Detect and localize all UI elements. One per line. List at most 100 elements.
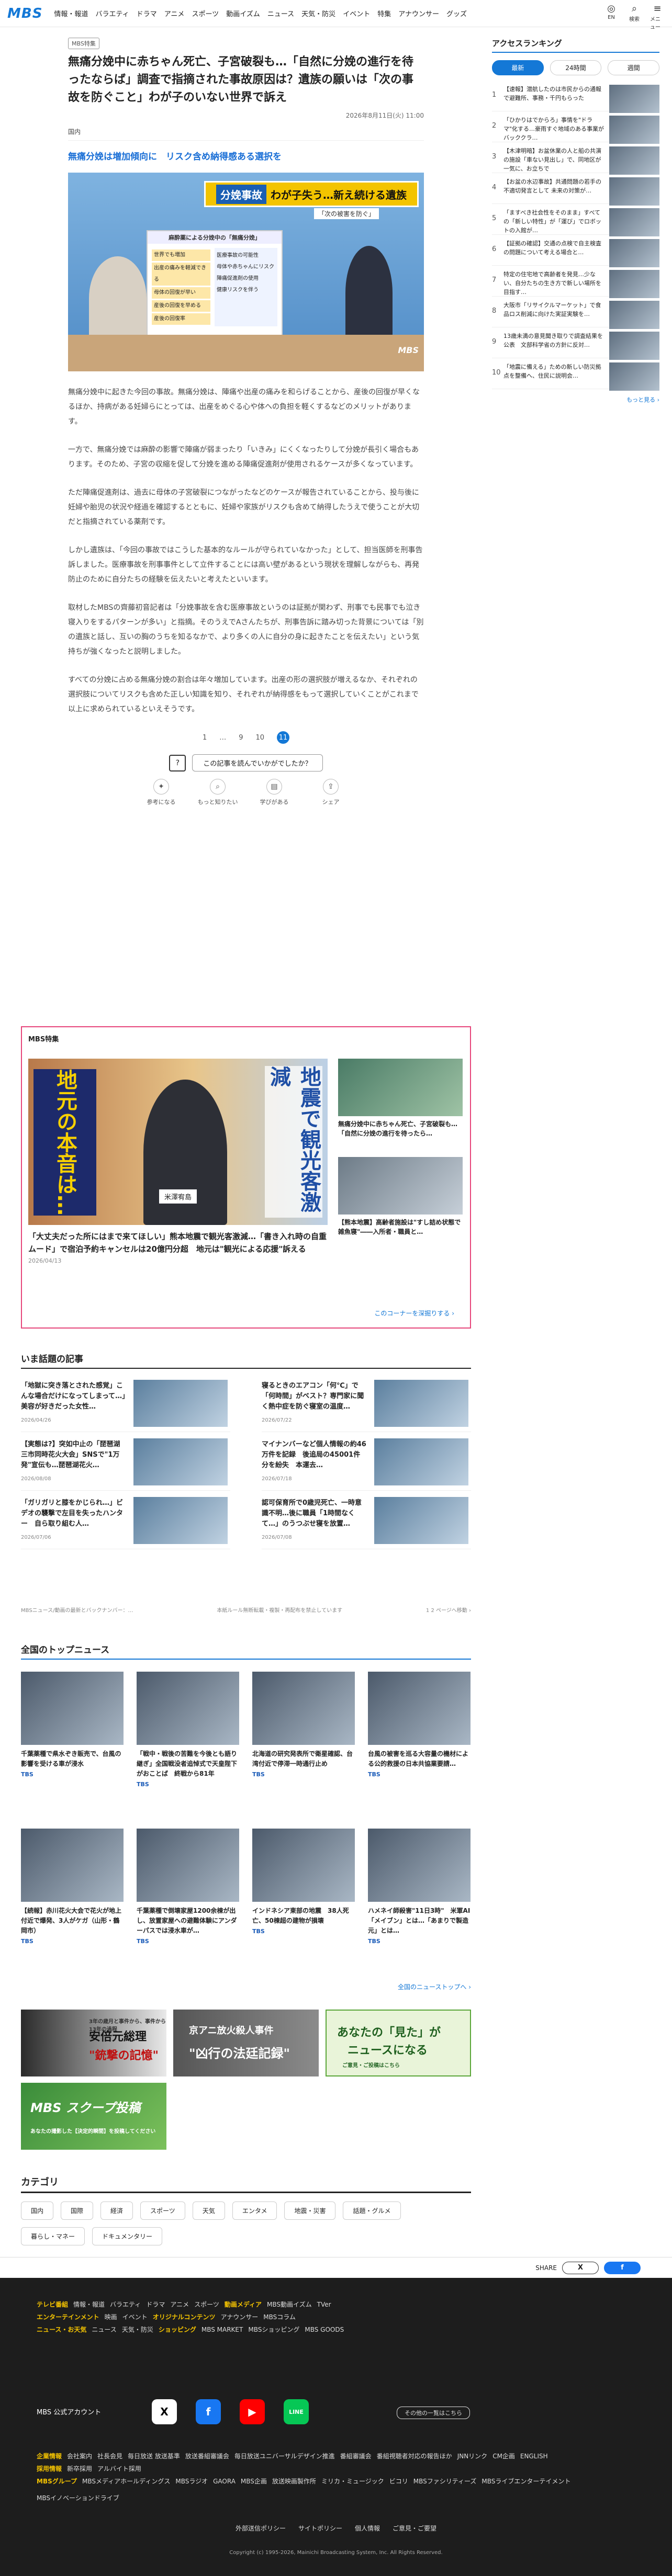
nav-item[interactable]: グッズ	[446, 8, 467, 18]
nav-item[interactable]: バラエティ	[95, 8, 129, 18]
ranking-item[interactable]: 3 【木津明暗】お盆休業の人と船の共演の施設「車ない見出し」で、同地区が一気に、お…	[492, 142, 659, 175]
footer-link[interactable]: バラエティ	[110, 2299, 141, 2310]
footer-link[interactable]: アニメ	[170, 2299, 189, 2310]
ranking-item[interactable]: 7 特定の住宅地で高齢者を発見…少ない、自分たちの生き方で新しい場所を目指す…	[492, 266, 659, 298]
footer-corporate-link[interactable]: JNNリンク	[457, 2450, 488, 2462]
nav-item[interactable]: 特集	[377, 8, 391, 18]
special-more-link[interactable]: このコーナーを深掘りする ›	[374, 1309, 454, 1318]
footer-corporate-link[interactable]: 会社案内	[67, 2450, 92, 2462]
nav-item[interactable]: 動画イズム	[226, 8, 260, 18]
footer-corporate-link[interactable]: MBSイノベーションドライブ	[37, 2492, 119, 2504]
category-chip[interactable]: エンタメ	[232, 2201, 277, 2220]
footer-link[interactable]: MBSコラム	[263, 2311, 296, 2323]
ranking-item[interactable]: 9 13歳未満の意見聞き取りで調査結果を公表 文部科学省の方針に反対…	[492, 327, 659, 360]
banner-mita[interactable]: あなたの「見た」が ニュースになる ご意見・ご投稿はこちら	[326, 2010, 471, 2076]
footer-corporate-link[interactable]: MBSメディアホールディングス	[82, 2476, 170, 2487]
ranking-item[interactable]: 1 【速報】潜航したのは市民からの通報で避難所、事務・千円もらった	[492, 81, 659, 113]
nav-item[interactable]: ドラマ	[137, 8, 157, 18]
page-link[interactable]: 9	[239, 734, 243, 742]
ranking-item[interactable]: 10 「地震に備える」ための新しい防災拠点を整備へ、住民に説明会…	[492, 358, 659, 391]
youtube-icon[interactable]: ▶	[240, 2399, 265, 2424]
category-chip[interactable]: 経済	[100, 2201, 133, 2220]
page-link[interactable]: 11	[277, 731, 290, 744]
footer-link[interactable]: 情報・報道	[73, 2299, 105, 2310]
footer-corporate-link[interactable]: アルバイト採用	[97, 2463, 141, 2475]
footer-link[interactable]: イベント	[122, 2311, 148, 2323]
special-side-title-2[interactable]: 【熊本地震】高齢者施設は"すし詰め状態で雑魚寝"――入所者・職員と…	[338, 1218, 464, 1236]
reaction-button[interactable]: ✦ 参考になる	[140, 779, 182, 806]
note-right[interactable]: 1 2 ページへ移動 ›	[426, 1606, 471, 1614]
ranking-item[interactable]: 6 【証拠の確認】交通の点検で自主検査の問題について考える場合と…	[492, 235, 659, 267]
footer-link[interactable]: MBS MARKET	[201, 2324, 243, 2335]
x-icon[interactable]: X	[152, 2399, 177, 2424]
banner-kyoani[interactable]: 京アニ放火殺人事件 "凶行の法廷記録"	[173, 2010, 319, 2076]
footer-corporate-link[interactable]: 毎日放送ユニバーサルデザイン推進	[234, 2450, 335, 2462]
article-tag[interactable]: MBS特集	[68, 38, 99, 49]
nav-item[interactable]: 情報・報道	[54, 8, 88, 18]
page-link[interactable]: 1	[203, 734, 207, 742]
footer-corporate-link[interactable]: CM企画	[492, 2450, 515, 2462]
ranking-tab[interactable]: 24時間	[550, 60, 602, 75]
ranking-more-link[interactable]: もっと見る ›	[492, 395, 659, 404]
banner-abe[interactable]: 3年の歳月と事件から、事件から13年の過程 安倍元総理 "銃撃の記憶"	[21, 2010, 166, 2076]
footer-link[interactable]: TVer	[317, 2299, 331, 2310]
special-main-caption[interactable]: 「大丈夫だった所にはまで来てほしい」熊本地震で観光客激減…「書き入れ時の自重ムー…	[28, 1230, 332, 1255]
page-link[interactable]: 10	[256, 734, 265, 742]
footer-corporate-link[interactable]: ENGLISH	[520, 2450, 548, 2462]
top-news-item[interactable]: 千葉薬種で倒壊家屋1200余棟が出し、放置家屋への避難体験にアンダーパスでは浸水…	[137, 1829, 239, 1945]
footer-link[interactable]: ドラマ	[146, 2299, 165, 2310]
footer-corporate-link[interactable]: MBS企画	[241, 2476, 267, 2487]
footer-link[interactable]: アナウンサー	[220, 2311, 258, 2323]
footer-corporate-link[interactable]: ビコリ	[389, 2476, 408, 2487]
trending-item[interactable]: 【実態は?】突如中止の「琵琶湖三市同時花火大会」SNSで"1万発"宣伝も…琵琶湖…	[21, 1434, 230, 1491]
nav-item[interactable]: アニメ	[164, 8, 185, 18]
reaction-button[interactable]: ⌕ もっと知りたい	[197, 779, 239, 806]
banner-scoop[interactable]: MBS スクープ投稿 あなたの撮影した【決定的瞬間】を投稿してください	[21, 2083, 166, 2150]
social-more-link[interactable]: その他の一覧はこちら	[397, 2407, 470, 2419]
menu-button[interactable]: ≡ メニュー	[650, 3, 665, 30]
reaction-button[interactable]: ▤ 学びがある	[253, 779, 295, 806]
trending-item[interactable]: 「ガリガリと膝をかじられ…」ビデオの襲撃で左目を失ったハンター 自ら取り組む人……	[21, 1493, 230, 1549]
footer-corporate-link[interactable]: 新卒採用	[67, 2463, 92, 2475]
trending-item[interactable]: 寝るときのエアコン「何℃」で「何時間」がベスト？専門家に聞く熱中症を防ぐ寝室の温…	[262, 1376, 471, 1432]
footer-corporate-link[interactable]: GAORA	[213, 2476, 236, 2487]
language-button[interactable]: ◎ EN	[604, 3, 619, 30]
footer-link[interactable]: ニュース	[92, 2324, 116, 2335]
footer-corporate-link[interactable]: 放送映画製作所	[272, 2476, 316, 2487]
footer-corporate-link[interactable]: 放送番組審議会	[185, 2450, 229, 2462]
footer-corporate-link[interactable]: MBSラジオ	[175, 2476, 208, 2487]
trending-item[interactable]: 認可保育所で0歳児死亡、一時意識不明…後に職員「1時間なくて…」のうつぶせ寝を放…	[262, 1493, 471, 1549]
top-news-more-link[interactable]: 全国のニューストップへ ›	[21, 1982, 471, 1991]
footer-corporate-link[interactable]: ミリカ・ミュージック	[321, 2476, 384, 2487]
nav-item[interactable]: 天気・防災	[301, 8, 335, 18]
ranking-item[interactable]: 4 【お盆の水辺事故】共通問題の若手の不適切発言として 未来の対策が…	[492, 173, 659, 206]
footer-corporate-link[interactable]: MBSライブエンターテイメント	[481, 2476, 570, 2487]
footer-bottom-link[interactable]: ご意見・ご要望	[393, 2524, 436, 2533]
footer-link[interactable]: MBS GOODS	[305, 2324, 344, 2335]
nav-item[interactable]: スポーツ	[192, 8, 219, 18]
footer-link[interactable]: MBS動画イズム	[267, 2299, 312, 2310]
footer-corporate-link[interactable]: 社長会見	[97, 2450, 122, 2462]
category-chip[interactable]: 天気	[192, 2201, 225, 2220]
share-facebook-button[interactable]: f	[604, 2261, 641, 2274]
ranking-item[interactable]: 2 「ひかりはでからろ」事情を"ドラマ"化する…豪雨すぐ地域のある事業がバッククラ…	[492, 111, 659, 144]
nav-item[interactable]: アナウンサー	[398, 8, 439, 18]
article-category[interactable]: 国内	[68, 127, 424, 141]
ranking-tab[interactable]: 週間	[608, 60, 660, 75]
category-chip[interactable]: 暮らし・マネー	[21, 2227, 85, 2245]
footer-link[interactable]: 天気・防災	[122, 2324, 153, 2335]
page-link[interactable]: …	[219, 734, 226, 742]
reaction-button[interactable]: ⇪ シェア	[310, 779, 352, 806]
special-main-image[interactable]: 地元の本音は… 米澤宥島 地震で観光客激減	[28, 1059, 328, 1225]
top-news-item[interactable]: インドネシア東部の地震 38人死亡、50棟超の建物が損壊 TBS	[252, 1829, 355, 1935]
category-chip[interactable]: 話題・グルメ	[343, 2201, 401, 2220]
trending-item[interactable]: 「地獄に突き落とされた感覚」こんな場合だけになってしまって…」美容が好きだった女…	[21, 1376, 230, 1432]
share-x-button[interactable]: X	[562, 2261, 599, 2274]
special-side-image-2[interactable]	[338, 1157, 463, 1215]
facebook-icon[interactable]: f	[196, 2399, 221, 2424]
nav-item[interactable]: ニュース	[267, 8, 294, 18]
special-side-image-1[interactable]	[338, 1059, 463, 1116]
category-chip[interactable]: 国内	[21, 2201, 54, 2220]
line-icon[interactable]: LINE	[284, 2399, 309, 2424]
footer-corporate-link[interactable]: 毎日放送 放送基準	[128, 2450, 180, 2462]
